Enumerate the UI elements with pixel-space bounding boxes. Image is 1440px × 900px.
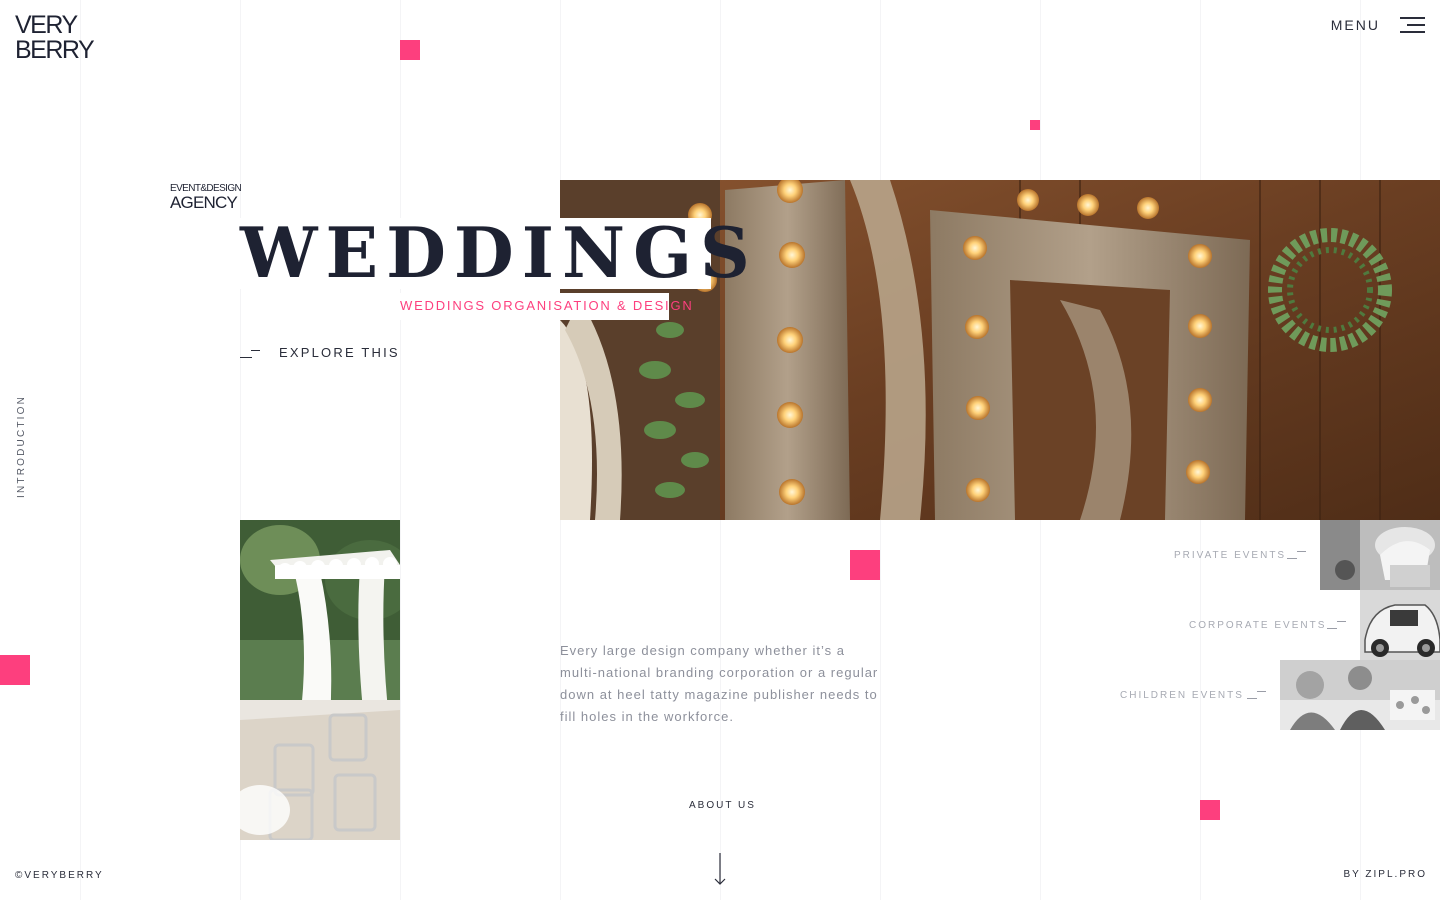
dash-icon [1327, 618, 1349, 630]
agency-mark: EVENT&DESIGN AGENCY [170, 183, 242, 211]
accent-square [850, 550, 880, 580]
ceremony-image [240, 520, 400, 840]
logo-line-1: VERY [15, 11, 78, 39]
about-us-link[interactable]: ABOUT US [689, 800, 756, 811]
event-link-private[interactable]: PRIVATE EVENTS [1174, 550, 1286, 561]
section-label: INTRODUCTION [16, 394, 27, 498]
explore-label: EXPLORE THIS [279, 345, 400, 360]
logo-line-2: BERRY [15, 36, 95, 64]
menu-button[interactable]: MENU [1331, 14, 1425, 36]
hamburger-menu-icon [1400, 14, 1425, 36]
event-link-children[interactable]: CHILDREN EVENTS [1120, 690, 1244, 701]
dash-icon [1247, 688, 1269, 700]
event-thumb-private[interactable] [1320, 520, 1440, 590]
accent-square [1030, 120, 1040, 130]
description-text: Every large design company whether it’s … [560, 643, 879, 724]
agency-line-2: AGENCY [170, 193, 238, 212]
grid-line [400, 0, 401, 900]
grid-line [80, 0, 81, 900]
page-title: WEDDINGS [240, 213, 758, 294]
credit-link[interactable]: BY ZIPL.PRO [1343, 869, 1427, 880]
event-thumb-corporate[interactable] [1360, 590, 1440, 660]
dash-icon [1287, 548, 1309, 560]
menu-label: MENU [1330, 17, 1380, 33]
page-subtitle: WEDDINGS ORGANISATION & DESIGN [400, 298, 694, 313]
copyright-text: ©VERYBERRY [15, 870, 104, 881]
accent-square [400, 40, 420, 60]
accent-square [0, 655, 30, 685]
down-arrow-icon[interactable] [713, 852, 727, 886]
event-link-corporate[interactable]: CORPORATE EVENTS [1189, 620, 1326, 631]
dash-icon [240, 346, 262, 360]
explore-link[interactable]: EXPLORE THIS [240, 345, 400, 360]
accent-square [1200, 800, 1220, 820]
brand-logo[interactable]: VERY BERRY [15, 11, 95, 67]
event-thumb-children[interactable] [1280, 660, 1440, 730]
